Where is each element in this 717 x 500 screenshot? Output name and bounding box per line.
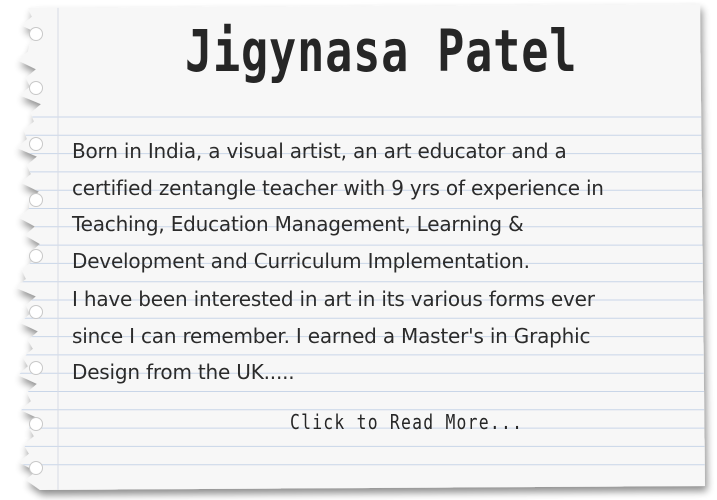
interest-paragraph: I have been interested in art in its var…	[72, 281, 712, 391]
page-title: Jigynasa Patel	[185, 17, 578, 85]
notebook-card: Jigynasa Patel Born in India, a visual a…	[0, 0, 717, 500]
interest-line: Design from the UK.....	[72, 360, 295, 384]
bio-line: Teaching, Education Management, Learning…	[72, 212, 524, 236]
read-more-link[interactable]: Click to Read More...	[290, 410, 523, 434]
interest-line: I have been interested in art in its var…	[72, 287, 595, 311]
bio-line: Development and Curriculum Implementatio…	[72, 248, 530, 273]
bio-line: certified zentangle teacher with 9 yrs o…	[72, 175, 604, 200]
bio-paragraph: Born in India, a visual artist, an art e…	[72, 133, 712, 279]
bio-line: Born in India, a visual artist, an art e…	[72, 139, 567, 163]
interest-line: since I can remember. I earned a Master'…	[72, 323, 591, 348]
